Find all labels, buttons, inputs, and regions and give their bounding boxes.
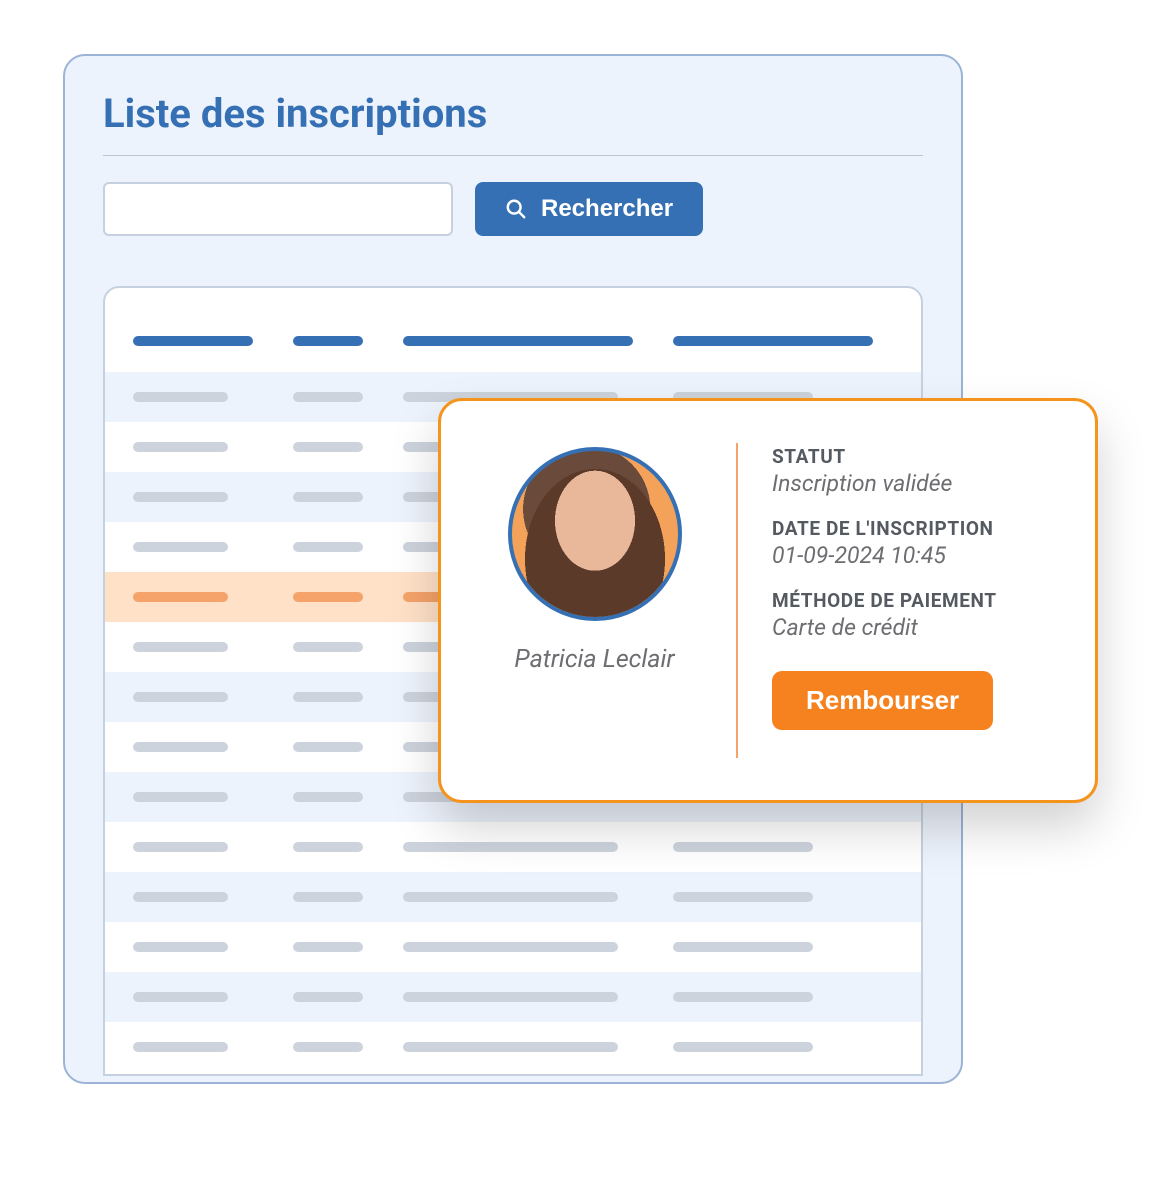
table-row[interactable] xyxy=(105,1022,921,1072)
page-title: Liste des inscriptions xyxy=(103,90,923,137)
column-header xyxy=(403,336,633,346)
column-header xyxy=(133,336,253,346)
table-header-row xyxy=(133,316,893,366)
search-input[interactable] xyxy=(103,182,453,236)
refund-button[interactable]: Rembourser xyxy=(772,671,993,730)
vertical-divider xyxy=(736,443,738,758)
person-name: Patricia Leclair xyxy=(514,645,674,674)
status-value: Inscription validée xyxy=(772,470,1059,497)
search-row: Rechercher xyxy=(103,182,923,236)
column-header xyxy=(293,336,363,346)
date-label: DATE DE L'INSCRIPTION xyxy=(772,517,1059,540)
status-label: STATUT xyxy=(772,445,1059,468)
detail-info-column: STATUT Inscription validée DATE DE L'INS… xyxy=(772,435,1059,766)
table-row[interactable] xyxy=(105,872,921,922)
table-row[interactable] xyxy=(105,922,921,972)
detail-profile-column: Patricia Leclair xyxy=(477,435,712,766)
column-header xyxy=(673,336,873,346)
table-row[interactable] xyxy=(105,972,921,1022)
avatar xyxy=(508,447,682,621)
table-row[interactable] xyxy=(105,822,921,872)
registration-detail-card: Patricia Leclair STATUT Inscription vali… xyxy=(438,398,1098,803)
payment-method-value: Carte de crédit xyxy=(772,614,1059,641)
date-value: 01-09-2024 10:45 xyxy=(772,542,1059,569)
title-divider xyxy=(103,155,923,156)
payment-method-label: MÉTHODE DE PAIEMENT xyxy=(772,589,1059,612)
search-button-label: Rechercher xyxy=(541,195,673,223)
search-icon xyxy=(505,198,527,220)
search-button[interactable]: Rechercher xyxy=(475,182,703,236)
